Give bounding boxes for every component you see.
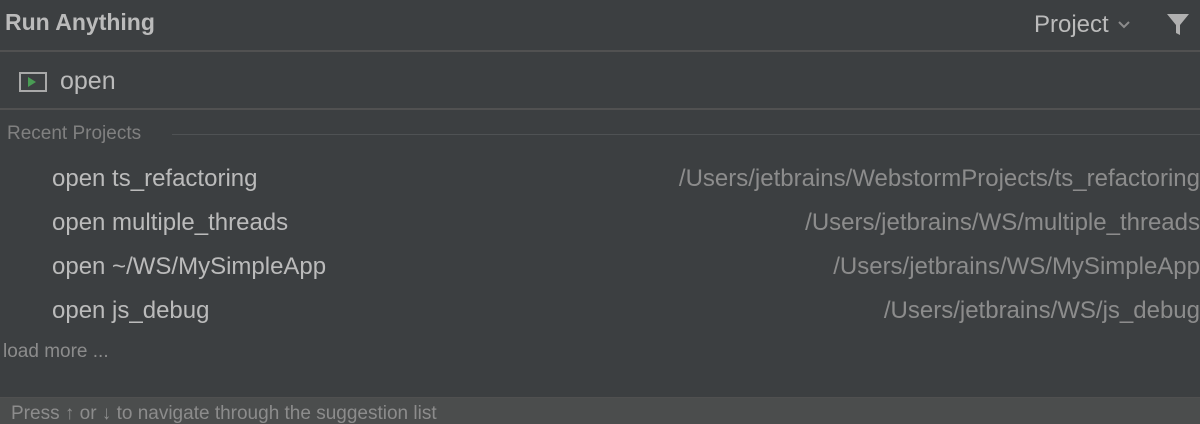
group-header-recent-projects: Recent Projects	[0, 120, 1200, 148]
scope-dropdown[interactable]: Project	[1034, 11, 1131, 39]
footer-hint-bar: Press ↑ or ↓ to navigate through the sug…	[0, 397, 1200, 424]
suggestion-list: open ts_refactoring /Users/jetbrains/Web…	[0, 158, 1200, 334]
navigation-hint: Press ↑ or ↓ to navigate through the sug…	[11, 403, 437, 424]
popup-header: Run Anything Project	[0, 0, 1200, 52]
run-anything-popup: Run Anything Project Recent P	[0, 0, 1200, 424]
item-path: /Users/jetbrains/WebstormProjects/ts_ref…	[678, 165, 1200, 192]
scope-label: Project	[1034, 11, 1109, 38]
group-divider	[172, 134, 1200, 135]
item-command: open multiple_threads	[52, 209, 289, 236]
group-label: Recent Projects	[7, 123, 150, 145]
filter-icon[interactable]	[1166, 13, 1190, 42]
search-input[interactable]	[60, 67, 660, 96]
item-command: open ts_refactoring	[52, 165, 258, 192]
popup-title: Run Anything	[5, 9, 155, 35]
list-item[interactable]: open ts_refactoring /Users/jetbrains/Web…	[0, 158, 1200, 202]
item-path: /Users/jetbrains/WS/js_debug	[883, 297, 1200, 324]
chevron-down-icon	[1117, 17, 1131, 35]
list-item[interactable]: open multiple_threads /Users/jetbrains/W…	[0, 202, 1200, 246]
search-row	[0, 52, 1200, 110]
list-item[interactable]: open ~/WS/MySimpleApp /Users/jetbrains/W…	[0, 246, 1200, 290]
item-path: /Users/jetbrains/WS/multiple_threads	[805, 209, 1200, 236]
list-item[interactable]: open js_debug /Users/jetbrains/WS/js_deb…	[0, 290, 1200, 334]
item-command: open js_debug	[52, 297, 210, 324]
run-icon	[19, 72, 47, 97]
item-path: /Users/jetbrains/WS/MySimpleApp	[833, 253, 1200, 280]
load-more-link[interactable]: load more ...	[3, 341, 109, 363]
item-command: open ~/WS/MySimpleApp	[52, 253, 327, 280]
